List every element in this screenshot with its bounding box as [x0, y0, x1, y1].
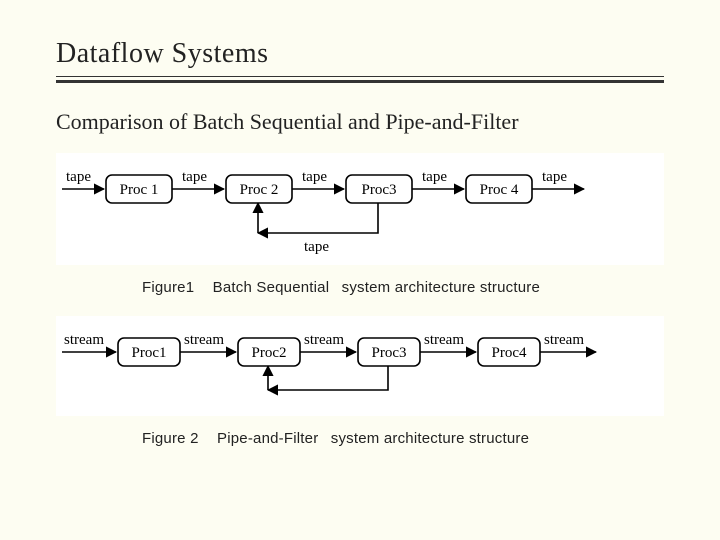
proc-box-label: Proc1 — [132, 345, 167, 361]
subhead: Comparison of Batch Sequential and Pipe-… — [56, 109, 664, 135]
edge-label: tape — [422, 169, 447, 185]
edge-label: tape — [302, 169, 327, 185]
caption-rest: system architecture structure — [331, 430, 529, 447]
title-rule-thin — [56, 76, 664, 77]
feedback-label: tape — [304, 239, 329, 255]
proc-box-label: Proc4 — [492, 345, 527, 361]
caption-figno: Figure1 — [142, 279, 194, 296]
edge-label: stream — [64, 332, 104, 348]
figure-2-caption: Figure 2 Pipe-and-Filter system architec… — [142, 430, 664, 447]
edge-label: tape — [66, 169, 91, 185]
caption-rest: system architecture structure — [342, 279, 540, 296]
caption-figno: Figure 2 — [142, 430, 199, 447]
proc-box-label: Proc3 — [362, 182, 397, 198]
proc-box-label: Proc 2 — [240, 182, 279, 198]
edge-label: stream — [544, 332, 584, 348]
edge-label: stream — [304, 332, 344, 348]
proc-box-label: Proc 4 — [480, 182, 519, 198]
caption-type: Batch Sequential — [213, 279, 330, 296]
page-title: Dataflow Systems — [56, 38, 664, 70]
proc-box-label: Proc 1 — [120, 182, 159, 198]
proc-box-label: Proc2 — [252, 345, 287, 361]
edge-label: tape — [182, 169, 207, 185]
edge-label: stream — [424, 332, 464, 348]
figure-1-diagram: tape tape tape tape tape tape Proc 1 Pro… — [56, 153, 664, 265]
figure-2-diagram: stream stream stream stream stream Proc1… — [56, 316, 664, 416]
caption-type: Pipe-and-Filter — [217, 430, 318, 447]
figure-1-caption: Figure1 Batch Sequential system architec… — [142, 279, 664, 296]
edge-label: stream — [184, 332, 224, 348]
title-rule-thick — [56, 80, 664, 83]
proc-box-label: Proc3 — [372, 345, 407, 361]
edge-label: tape — [542, 169, 567, 185]
